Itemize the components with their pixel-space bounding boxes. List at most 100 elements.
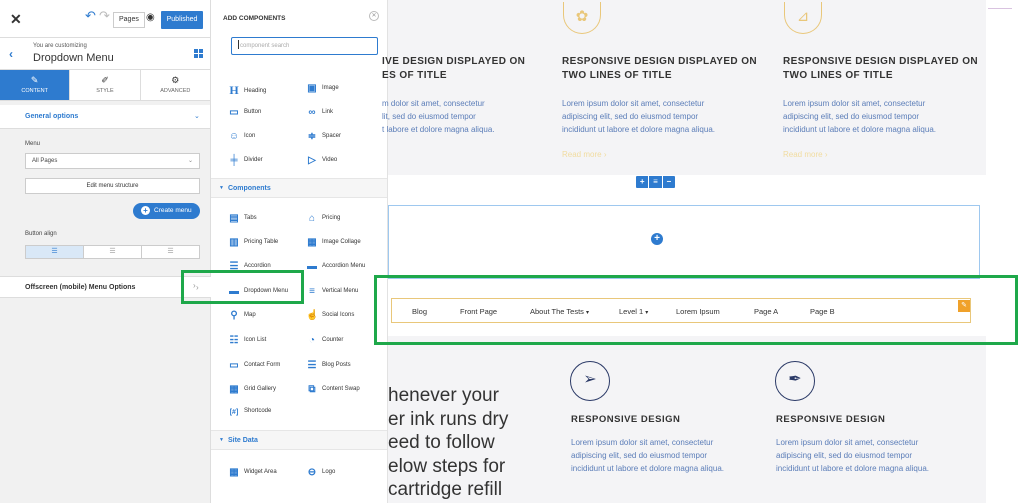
chevron-right-icon: ›	[824, 150, 828, 159]
create-menu-button[interactable]: + Create menu	[133, 203, 200, 219]
general-options-label: General options	[25, 113, 79, 120]
component-icon-list[interactable]: ☷ Icon List	[228, 335, 267, 346]
site-data-group-header[interactable]: ▼ Site Data	[211, 430, 387, 450]
align-center-button[interactable]: ☰	[84, 246, 142, 258]
menu-select[interactable]: All Pages ⌄	[25, 153, 200, 169]
component-label: Widget Area	[244, 469, 277, 475]
tab-advanced[interactable]: ⚙ ADVANCED	[141, 70, 210, 100]
component-image-collage[interactable]: ▦ Image Collage	[306, 237, 361, 248]
site-data-group-label: Site Data	[227, 437, 258, 444]
pages-button[interactable]: Pages	[113, 12, 145, 28]
add-components-panel: ADD COMPONENTS ✕ component search H Headi…	[211, 0, 388, 503]
component-counter[interactable]: ◔ Counter	[306, 335, 343, 346]
back-arrow-icon[interactable]: ‹	[9, 47, 13, 61]
component-grid-gallery[interactable]: ▦ Grid Gallery	[228, 384, 276, 395]
component-label: Counter	[322, 337, 344, 343]
grid-gallery-icon: ▦	[229, 384, 239, 395]
component-icon[interactable]: ☺ Icon	[228, 131, 255, 142]
tab-content-label: CONTENT	[21, 88, 48, 94]
decorative-line	[988, 8, 1012, 9]
card-body: incididunt ut labore et dolore magna ali…	[562, 125, 715, 134]
undo-icon[interactable]: ↶	[85, 8, 96, 24]
hero-text-line: er ink runs dry	[388, 408, 509, 430]
card-body: adipiscing elit, sed do eiusmod tempor	[571, 451, 708, 460]
add-element-button[interactable]: +	[651, 233, 663, 245]
grid-icon[interactable]	[194, 49, 203, 58]
card-title: IVE DESIGN DISPLAYED ON	[382, 56, 526, 67]
component-divider[interactable]: ╪ Divider	[228, 155, 262, 166]
card-body: adipiscing elit, sed do eiusmod tempor	[783, 112, 920, 121]
logo-icon: ⊖	[307, 467, 317, 478]
tab-content[interactable]: ✎ CONTENT	[0, 70, 71, 100]
edit-menu-structure-button[interactable]: Edit menu structure	[25, 178, 200, 194]
redo-icon[interactable]: ↷	[99, 8, 110, 24]
tab-advanced-label: ADVANCED	[160, 88, 191, 94]
component-label: Tabs	[244, 215, 257, 221]
component-widget-area[interactable]: ▦ Widget Area	[228, 467, 277, 478]
blog-posts-icon: ☰	[307, 360, 317, 371]
component-contact-form[interactable]: ▭ Contact Form	[228, 360, 280, 371]
card-body: incididunt ut labore et dolore magna ali…	[571, 464, 724, 473]
section-toolbar: + ≡ −	[636, 176, 675, 188]
component-shortcode[interactable]: [#] Shortcode	[228, 408, 272, 416]
component-label: Image Collage	[322, 239, 361, 245]
paper-plane-icon: ➢	[570, 361, 610, 401]
component-social-icons[interactable]: ☝ Social Icons	[306, 310, 354, 321]
read-more-link[interactable]: Read more ›	[783, 150, 827, 159]
components-group-header[interactable]: ▼ Components	[211, 178, 387, 198]
align-left-button[interactable]: ☰	[26, 246, 84, 258]
remove-section-button[interactable]: −	[663, 176, 675, 188]
component-accordion-menu[interactable]: ▬ Accordion Menu	[306, 261, 365, 272]
preview-eye-icon[interactable]: ◉	[146, 12, 155, 23]
plus-icon: +	[141, 206, 150, 215]
align-right-button[interactable]: ☰	[142, 246, 199, 258]
component-pricing[interactable]: ⌂ Pricing	[306, 213, 340, 224]
card-title: ES OF TITLE	[382, 70, 447, 81]
offscreen-menu-options-header[interactable]: Offscreen (mobile) Menu Options ›	[0, 276, 211, 298]
component-video[interactable]: ▷ Video	[306, 155, 337, 166]
triangle-down-icon: ▼	[219, 185, 224, 191]
brush-icon: ✐	[101, 75, 109, 85]
page-canvas: ✿ ⊿ IVE DESIGN DISPLAYED ON ES OF TITLE …	[382, 0, 1024, 503]
customizing-caption: You are customizing	[33, 43, 87, 49]
read-more-link[interactable]: Read more ›	[562, 150, 606, 159]
component-label: Map	[244, 312, 256, 318]
component-content-swap[interactable]: ⧉ Content Swap	[306, 384, 359, 395]
vertical-menu-icon: ≡	[309, 286, 315, 297]
component-map[interactable]: ⚲ Map	[228, 310, 256, 321]
card-body: Lorem ipsum dolor sit amet, consectetur	[571, 438, 714, 447]
published-button[interactable]: Published	[161, 11, 203, 29]
component-heading[interactable]: H Heading	[228, 83, 266, 98]
pricing-table-icon: ▥	[229, 237, 239, 248]
card-title: TWO LINES OF TITLE	[562, 70, 672, 81]
component-logo[interactable]: ⊖ Logo	[306, 467, 336, 478]
component-vertical-menu[interactable]: ≡ Vertical Menu	[306, 286, 358, 297]
component-label: Link	[322, 109, 334, 115]
tab-style[interactable]: ✐ STYLE	[70, 70, 141, 100]
section-menu-button[interactable]: ≡	[649, 176, 663, 188]
highlight-dropdown-menu-component	[181, 270, 304, 304]
close-circle-icon[interactable]: ✕	[369, 11, 379, 21]
tabs-icon: ▤	[229, 213, 239, 224]
close-icon[interactable]: ✕	[10, 11, 22, 28]
card-title: RESPONSIVE DESIGN	[571, 414, 681, 425]
general-options-header[interactable]: General options ⌄	[0, 105, 210, 129]
tag-icon: ⌂	[308, 213, 316, 224]
button-align-label: Button align	[25, 231, 57, 237]
component-label: Blog Posts	[322, 362, 351, 368]
component-link[interactable]: ∞ Link	[306, 107, 333, 118]
component-tabs[interactable]: ▤ Tabs	[228, 213, 257, 224]
add-section-button[interactable]: +	[636, 176, 650, 188]
card-body: Lorem ipsum dolor sit amet, consectetur	[776, 438, 919, 447]
pencil-icon: ✎	[30, 75, 39, 85]
card-body: adipiscing elit, sed do eiusmod tempor	[776, 451, 913, 460]
card-body: incididunt ut labore et dolore magna ali…	[783, 125, 936, 134]
component-blog-posts[interactable]: ☰ Blog Posts	[306, 360, 351, 371]
component-spacer[interactable]: ≑ Spacer	[306, 131, 341, 142]
chevron-right-icon[interactable]: ›	[193, 281, 196, 290]
widget-area-icon: ▦	[229, 467, 239, 478]
component-image[interactable]: ▣ Image	[306, 83, 338, 94]
component-search-input[interactable]: component search	[231, 37, 378, 55]
component-button[interactable]: ▭ Button	[228, 107, 261, 118]
component-pricing-table[interactable]: ▥ Pricing Table	[228, 237, 278, 248]
